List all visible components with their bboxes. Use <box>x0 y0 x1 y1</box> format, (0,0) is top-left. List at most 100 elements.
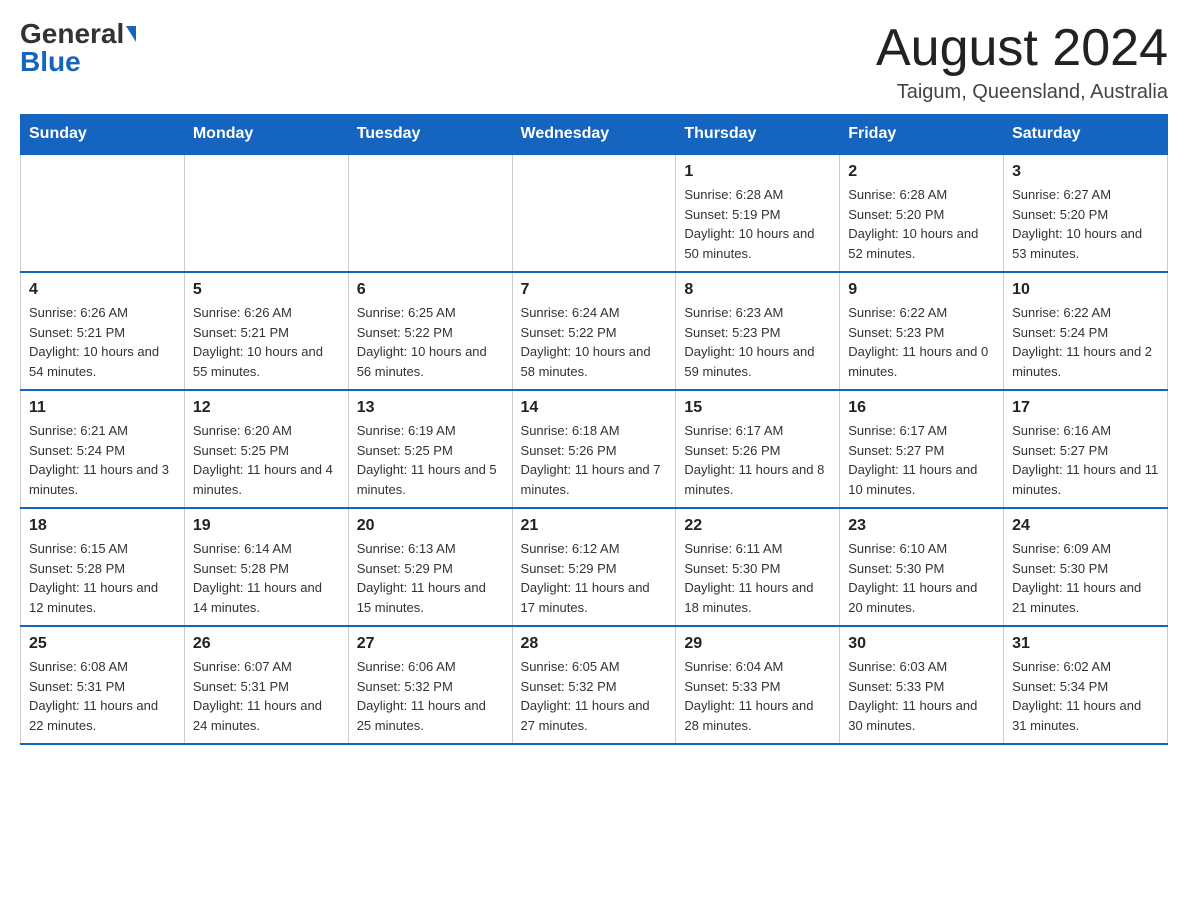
day-cell: 6Sunrise: 6:25 AMSunset: 5:22 PMDaylight… <box>348 272 512 390</box>
day-cell: 25 Sunrise: 6:08 AMSunset: 5:31 PMDayligh… <box>21 626 185 744</box>
day-info: Sunrise: 6:06 AMSunset: 5:32 PMDaylight:… <box>357 657 504 735</box>
day-number: 17 <box>1012 399 1159 417</box>
day-number: 14 <box>521 399 668 417</box>
month-title: August 2024 <box>876 20 1168 77</box>
day-info: Sunrise: 6:28 AMSunset: 5:20 PMDaylight:… <box>848 185 995 263</box>
day-number: 3 <box>1012 163 1159 181</box>
day-number: 6 <box>357 281 504 299</box>
day-info: Sunrise: 6:02 AMSunset: 5:34 PMDaylight:… <box>1012 657 1159 735</box>
day-cell: 22 Sunrise: 6:11 AMSunset: 5:30 PMDayligh… <box>676 508 840 626</box>
day-number: 23 <box>848 517 995 535</box>
calendar-table: SundayMondayTuesdayWednesdayThursdayFrid… <box>20 114 1168 745</box>
day-cell: 16 Sunrise: 6:17 AMSunset: 5:27 PMDayligh… <box>840 390 1004 508</box>
day-info: Sunrise: 6:21 AMSunset: 5:24 PMDaylight:… <box>29 421 176 499</box>
day-info: Sunrise: 6:22 AMSunset: 5:23 PMDaylight:… <box>848 303 995 381</box>
day-cell: 30Sunrise: 6:03 AMSunset: 5:33 PMDayligh… <box>840 626 1004 744</box>
weekday-header-monday: Monday <box>184 115 348 155</box>
day-info: Sunrise: 6:03 AMSunset: 5:33 PMDaylight:… <box>848 657 995 735</box>
week-row-4: 18 Sunrise: 6:15 AMSunset: 5:28 PMDayligh… <box>21 508 1168 626</box>
day-info: Sunrise: 6:19 AMSunset: 5:25 PMDaylight:… <box>357 421 504 499</box>
weekday-header-thursday: Thursday <box>676 115 840 155</box>
logo-triangle-icon <box>126 26 136 42</box>
day-cell <box>512 154 676 272</box>
day-number: 7 <box>521 281 668 299</box>
day-number: 13 <box>357 399 504 417</box>
day-number: 16 <box>848 399 995 417</box>
day-cell: 31 Sunrise: 6:02 AMSunset: 5:34 PMDayligh… <box>1004 626 1168 744</box>
day-number: 29 <box>684 635 831 653</box>
day-info: Sunrise: 6:16 AMSunset: 5:27 PMDaylight:… <box>1012 421 1159 499</box>
day-number: 2 <box>848 163 995 181</box>
weekday-header-tuesday: Tuesday <box>348 115 512 155</box>
header-row: SundayMondayTuesdayWednesdayThursdayFrid… <box>21 115 1168 155</box>
day-number: 19 <box>193 517 340 535</box>
day-info: Sunrise: 6:13 AMSunset: 5:29 PMDaylight:… <box>357 539 504 617</box>
day-number: 27 <box>357 635 504 653</box>
day-cell: 21 Sunrise: 6:12 AMSunset: 5:29 PMDayligh… <box>512 508 676 626</box>
day-number: 9 <box>848 281 995 299</box>
day-cell: 1Sunrise: 6:28 AMSunset: 5:19 PMDaylight… <box>676 154 840 272</box>
day-cell: 4 Sunrise: 6:26 AMSunset: 5:21 PMDaylight… <box>21 272 185 390</box>
day-cell: 29 Sunrise: 6:04 AMSunset: 5:33 PMDayligh… <box>676 626 840 744</box>
day-number: 31 <box>1012 635 1159 653</box>
day-cell: 28Sunrise: 6:05 AMSunset: 5:32 PMDayligh… <box>512 626 676 744</box>
day-number: 20 <box>357 517 504 535</box>
day-number: 10 <box>1012 281 1159 299</box>
day-number: 26 <box>193 635 340 653</box>
day-cell: 11 Sunrise: 6:21 AMSunset: 5:24 PMDayligh… <box>21 390 185 508</box>
day-info: Sunrise: 6:10 AMSunset: 5:30 PMDaylight:… <box>848 539 995 617</box>
day-info: Sunrise: 6:17 AMSunset: 5:27 PMDaylight:… <box>848 421 995 499</box>
day-number: 4 <box>29 281 176 299</box>
day-info: Sunrise: 6:23 AMSunset: 5:23 PMDaylight:… <box>684 303 831 381</box>
day-info: Sunrise: 6:24 AMSunset: 5:22 PMDaylight:… <box>521 303 668 381</box>
day-cell: 15 Sunrise: 6:17 AMSunset: 5:26 PMDayligh… <box>676 390 840 508</box>
day-cell: 14 Sunrise: 6:18 AMSunset: 5:26 PMDayligh… <box>512 390 676 508</box>
day-info: Sunrise: 6:04 AMSunset: 5:33 PMDaylight:… <box>684 657 831 735</box>
day-info: Sunrise: 6:09 AMSunset: 5:30 PMDaylight:… <box>1012 539 1159 617</box>
day-number: 18 <box>29 517 176 535</box>
day-number: 12 <box>193 399 340 417</box>
day-cell: 9 Sunrise: 6:22 AMSunset: 5:23 PMDaylight… <box>840 272 1004 390</box>
logo-general: General <box>20 20 124 48</box>
day-cell: 5 Sunrise: 6:26 AMSunset: 5:21 PMDaylight… <box>184 272 348 390</box>
weekday-header-friday: Friday <box>840 115 1004 155</box>
day-cell <box>21 154 185 272</box>
day-number: 21 <box>521 517 668 535</box>
day-info: Sunrise: 6:17 AMSunset: 5:26 PMDaylight:… <box>684 421 831 499</box>
day-info: Sunrise: 6:14 AMSunset: 5:28 PMDaylight:… <box>193 539 340 617</box>
day-info: Sunrise: 6:28 AMSunset: 5:19 PMDaylight:… <box>684 185 831 263</box>
day-info: Sunrise: 6:20 AMSunset: 5:25 PMDaylight:… <box>193 421 340 499</box>
weekday-header-sunday: Sunday <box>21 115 185 155</box>
weekday-header-saturday: Saturday <box>1004 115 1168 155</box>
day-number: 5 <box>193 281 340 299</box>
day-cell: 8 Sunrise: 6:23 AMSunset: 5:23 PMDaylight… <box>676 272 840 390</box>
day-cell: 7 Sunrise: 6:24 AMSunset: 5:22 PMDaylight… <box>512 272 676 390</box>
day-cell: 2 Sunrise: 6:28 AMSunset: 5:20 PMDaylight… <box>840 154 1004 272</box>
week-row-5: 25 Sunrise: 6:08 AMSunset: 5:31 PMDayligh… <box>21 626 1168 744</box>
title-section: August 2024 Taigum, Queensland, Australi… <box>876 20 1168 104</box>
week-row-3: 11 Sunrise: 6:21 AMSunset: 5:24 PMDayligh… <box>21 390 1168 508</box>
day-info: Sunrise: 6:15 AMSunset: 5:28 PMDaylight:… <box>29 539 176 617</box>
day-cell: 23 Sunrise: 6:10 AMSunset: 5:30 PMDayligh… <box>840 508 1004 626</box>
day-cell: 13 Sunrise: 6:19 AMSunset: 5:25 PMDayligh… <box>348 390 512 508</box>
day-info: Sunrise: 6:18 AMSunset: 5:26 PMDaylight:… <box>521 421 668 499</box>
weekday-header-wednesday: Wednesday <box>512 115 676 155</box>
day-cell: 19 Sunrise: 6:14 AMSunset: 5:28 PMDayligh… <box>184 508 348 626</box>
day-info: Sunrise: 6:11 AMSunset: 5:30 PMDaylight:… <box>684 539 831 617</box>
logo-blue: Blue <box>20 46 81 77</box>
day-info: Sunrise: 6:26 AMSunset: 5:21 PMDaylight:… <box>193 303 340 381</box>
day-info: Sunrise: 6:22 AMSunset: 5:24 PMDaylight:… <box>1012 303 1159 381</box>
logo: General Blue <box>20 20 136 76</box>
location: Taigum, Queensland, Australia <box>876 81 1168 104</box>
day-info: Sunrise: 6:12 AMSunset: 5:29 PMDaylight:… <box>521 539 668 617</box>
day-number: 25 <box>29 635 176 653</box>
page-header: General Blue August 2024 Taigum, Queensl… <box>20 20 1168 104</box>
day-info: Sunrise: 6:08 AMSunset: 5:31 PMDaylight:… <box>29 657 176 735</box>
day-cell: 18 Sunrise: 6:15 AMSunset: 5:28 PMDayligh… <box>21 508 185 626</box>
day-info: Sunrise: 6:26 AMSunset: 5:21 PMDaylight:… <box>29 303 176 381</box>
day-number: 8 <box>684 281 831 299</box>
day-number: 22 <box>684 517 831 535</box>
day-number: 15 <box>684 399 831 417</box>
day-number: 24 <box>1012 517 1159 535</box>
day-number: 11 <box>29 399 176 417</box>
